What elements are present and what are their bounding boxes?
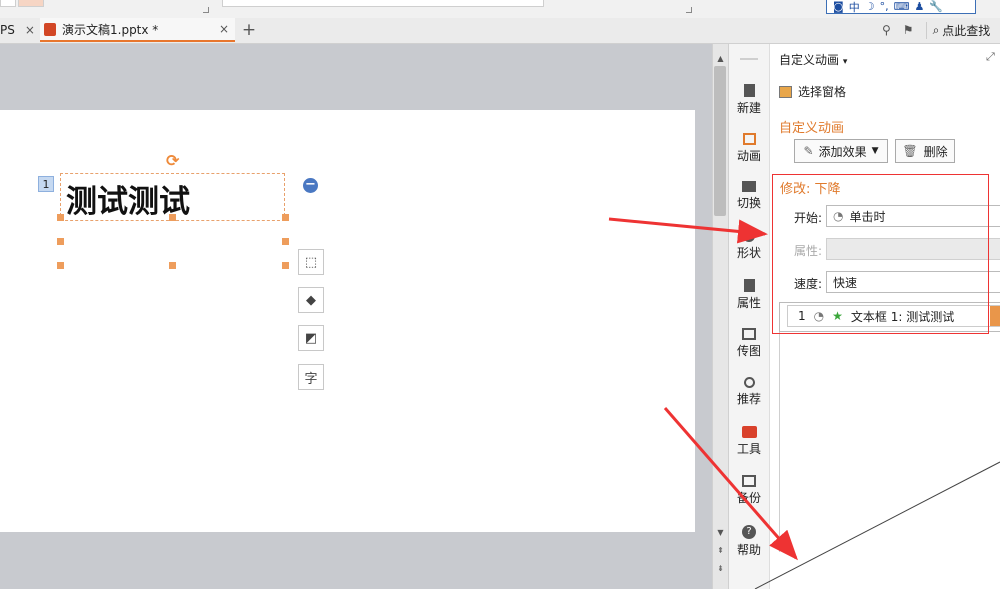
annotation-overlay xyxy=(608,217,1000,589)
annotation-arrow xyxy=(608,217,768,244)
annotation-line xyxy=(754,461,1000,589)
annotation-arrow xyxy=(663,407,798,561)
